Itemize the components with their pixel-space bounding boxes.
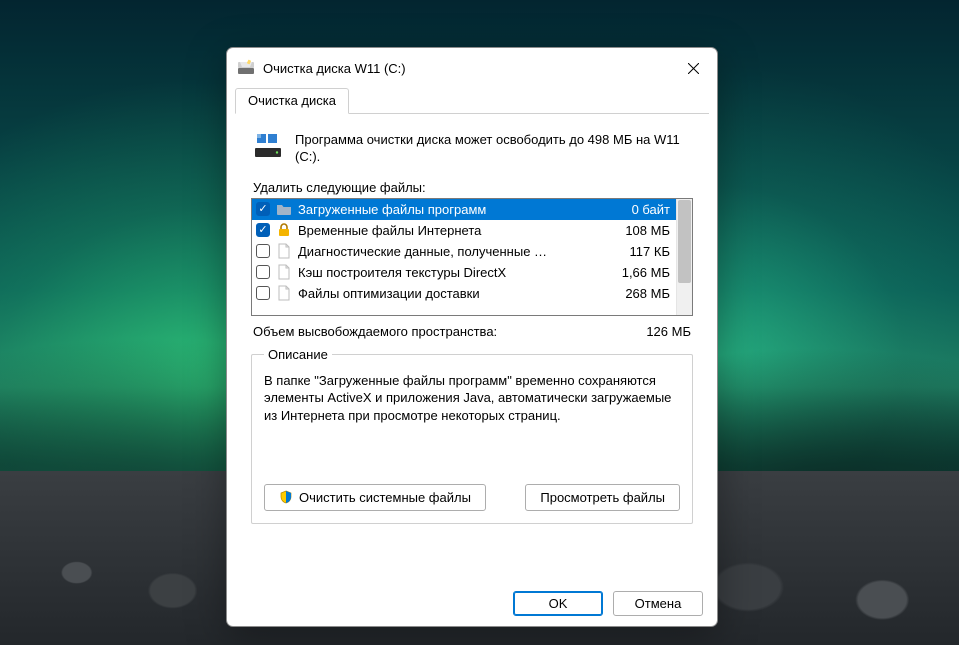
scrollbar-thumb[interactable] [678, 200, 691, 284]
file-name: Файлы оптимизации доставки [298, 286, 619, 301]
file-row[interactable]: Кэш построителя текстуры DirectX 1,66 МБ [252, 262, 676, 283]
close-button[interactable] [671, 53, 715, 83]
window-title: Очистка диска W11 (C:) [263, 61, 671, 76]
file-icon [276, 285, 292, 301]
file-size: 1,66 МБ [622, 265, 670, 280]
file-size: 0 байт [632, 202, 670, 217]
file-row[interactable]: Диагностические данные, полученные … 117 … [252, 241, 676, 262]
file-icon [276, 243, 292, 259]
checkbox[interactable] [256, 202, 270, 216]
file-row[interactable]: Файлы оптимизации доставки 268 МБ [252, 283, 676, 304]
description-group: Описание В папке "Загруженные файлы прог… [251, 347, 693, 524]
tab-disk-cleanup[interactable]: Очистка диска [235, 88, 349, 114]
cancel-button[interactable]: Отмена [613, 591, 703, 616]
total-space-value: 126 МБ [646, 324, 691, 339]
cancel-label: Отмена [635, 596, 682, 611]
checkbox[interactable] [256, 265, 270, 279]
description-legend: Описание [264, 347, 332, 362]
total-space-label: Объем высвобождаемого пространства: [253, 324, 497, 339]
ok-button[interactable]: OK [513, 591, 603, 616]
files-listbox[interactable]: Загруженные файлы программ 0 байт Временны… [251, 198, 693, 316]
file-name: Загруженные файлы программ [298, 202, 626, 217]
clean-system-files-button[interactable]: Очистить системные файлы [264, 484, 486, 511]
drive-icon [253, 132, 281, 160]
drive-cleanup-icon [237, 59, 255, 77]
file-name: Временные файлы Интернета [298, 223, 619, 238]
files-to-delete-label: Удалить следующие файлы: [253, 180, 691, 195]
view-files-label: Просмотреть файлы [540, 490, 665, 505]
folder-icon [276, 201, 292, 217]
file-name: Диагностические данные, полученные … [298, 244, 624, 259]
tab-strip: Очистка диска [227, 88, 717, 114]
checkbox[interactable] [256, 223, 270, 237]
shield-icon [279, 490, 293, 504]
ok-label: OK [549, 596, 568, 611]
tab-label: Очистка диска [248, 93, 336, 108]
file-row[interactable]: Загруженные файлы программ 0 байт [252, 199, 676, 220]
close-icon [688, 63, 699, 74]
titlebar: Очистка диска W11 (C:) [227, 48, 717, 88]
view-files-button[interactable]: Просмотреть файлы [525, 484, 680, 511]
file-row[interactable]: Временные файлы Интернета 108 МБ [252, 220, 676, 241]
lock-icon [276, 222, 292, 238]
checkbox[interactable] [256, 286, 270, 300]
dialog-footer: OK Отмена [227, 581, 717, 626]
file-size: 108 МБ [625, 223, 670, 238]
tab-panel: Программа очистки диска может освободить… [235, 114, 709, 573]
scrollbar[interactable] [676, 199, 692, 315]
intro-text: Программа очистки диска может освободить… [295, 132, 691, 166]
file-icon [276, 264, 292, 280]
file-name: Кэш построителя текстуры DirectX [298, 265, 616, 280]
checkbox[interactable] [256, 244, 270, 258]
disk-cleanup-dialog: Очистка диска W11 (C:) Очистка диска [226, 47, 718, 627]
file-size: 268 МБ [625, 286, 670, 301]
description-text: В папке "Загруженные файлы программ" вре… [264, 372, 680, 472]
file-size: 117 КБ [630, 244, 670, 259]
clean-system-files-label: Очистить системные файлы [299, 490, 471, 505]
